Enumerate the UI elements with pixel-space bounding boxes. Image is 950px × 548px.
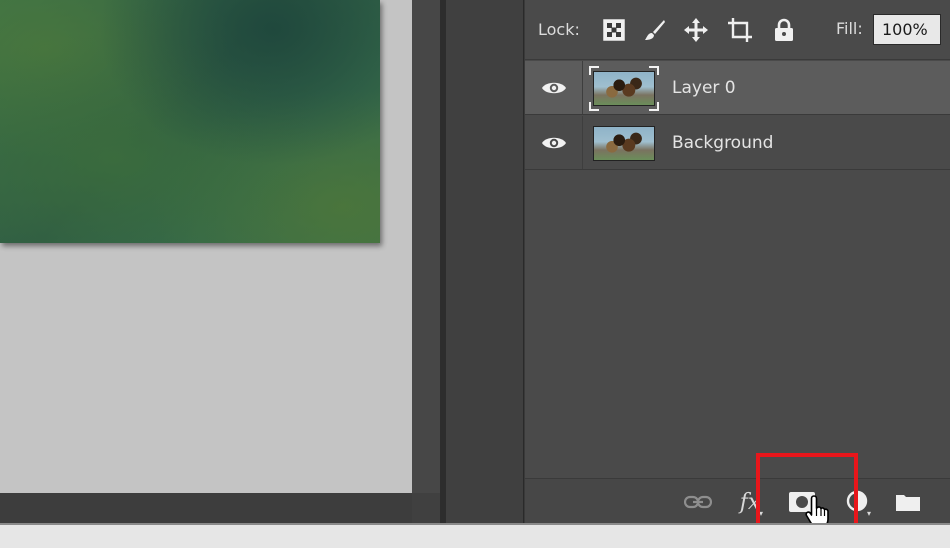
status-bar bbox=[0, 523, 950, 548]
fx-label: fx bbox=[739, 489, 761, 515]
eye-icon[interactable] bbox=[541, 135, 567, 151]
lock-all-icon[interactable] bbox=[771, 17, 797, 43]
document-image[interactable] bbox=[0, 0, 380, 243]
layer-row-background[interactable]: Background bbox=[525, 116, 950, 170]
layer-thumbnail[interactable] bbox=[593, 71, 655, 106]
layer-name[interactable]: Layer 0 bbox=[672, 78, 736, 98]
lock-artboard-icon[interactable] bbox=[727, 17, 753, 43]
visibility-toggle[interactable] bbox=[525, 61, 583, 114]
dropdown-arrow-icon: ▾ bbox=[759, 509, 764, 518]
adjustment-layer-icon[interactable]: ▾ bbox=[843, 487, 873, 518]
layers-options-bar: Lock: Fill: 100% bbox=[525, 0, 950, 60]
layer-row-layer-0[interactable]: Layer 0 bbox=[525, 61, 950, 115]
lock-position-icon[interactable] bbox=[683, 17, 709, 43]
eye-icon[interactable] bbox=[541, 80, 567, 96]
canvas-vertical-scrollbar[interactable] bbox=[412, 0, 440, 493]
collapsed-panel-dock bbox=[446, 0, 524, 523]
layer-name[interactable]: Background bbox=[672, 133, 773, 153]
layer-thumbnail[interactable] bbox=[593, 126, 655, 161]
layers-panel-footer: fx ▾ ▾ bbox=[525, 478, 950, 523]
link-layers-icon[interactable] bbox=[683, 487, 713, 517]
new-group-folder-icon[interactable] bbox=[893, 487, 923, 517]
canvas-area[interactable] bbox=[0, 0, 412, 493]
canvas-horizontal-scrollbar[interactable] bbox=[0, 493, 412, 523]
fx-icon[interactable]: fx ▾ bbox=[735, 487, 765, 519]
fill-opacity-input[interactable] bbox=[873, 14, 941, 45]
dropdown-arrow-icon: ▾ bbox=[867, 509, 872, 518]
scrollbar-corner bbox=[412, 493, 440, 523]
lock-label: Lock: bbox=[538, 20, 580, 39]
layers-panel: Lock: Fill: 100% Layer 0 Background fx ▾… bbox=[525, 0, 950, 523]
fill-label: Fill: bbox=[836, 19, 863, 38]
lock-transparent-pixels-icon[interactable] bbox=[601, 17, 627, 43]
visibility-toggle[interactable] bbox=[525, 116, 583, 169]
lock-image-pixels-icon[interactable] bbox=[642, 17, 668, 43]
